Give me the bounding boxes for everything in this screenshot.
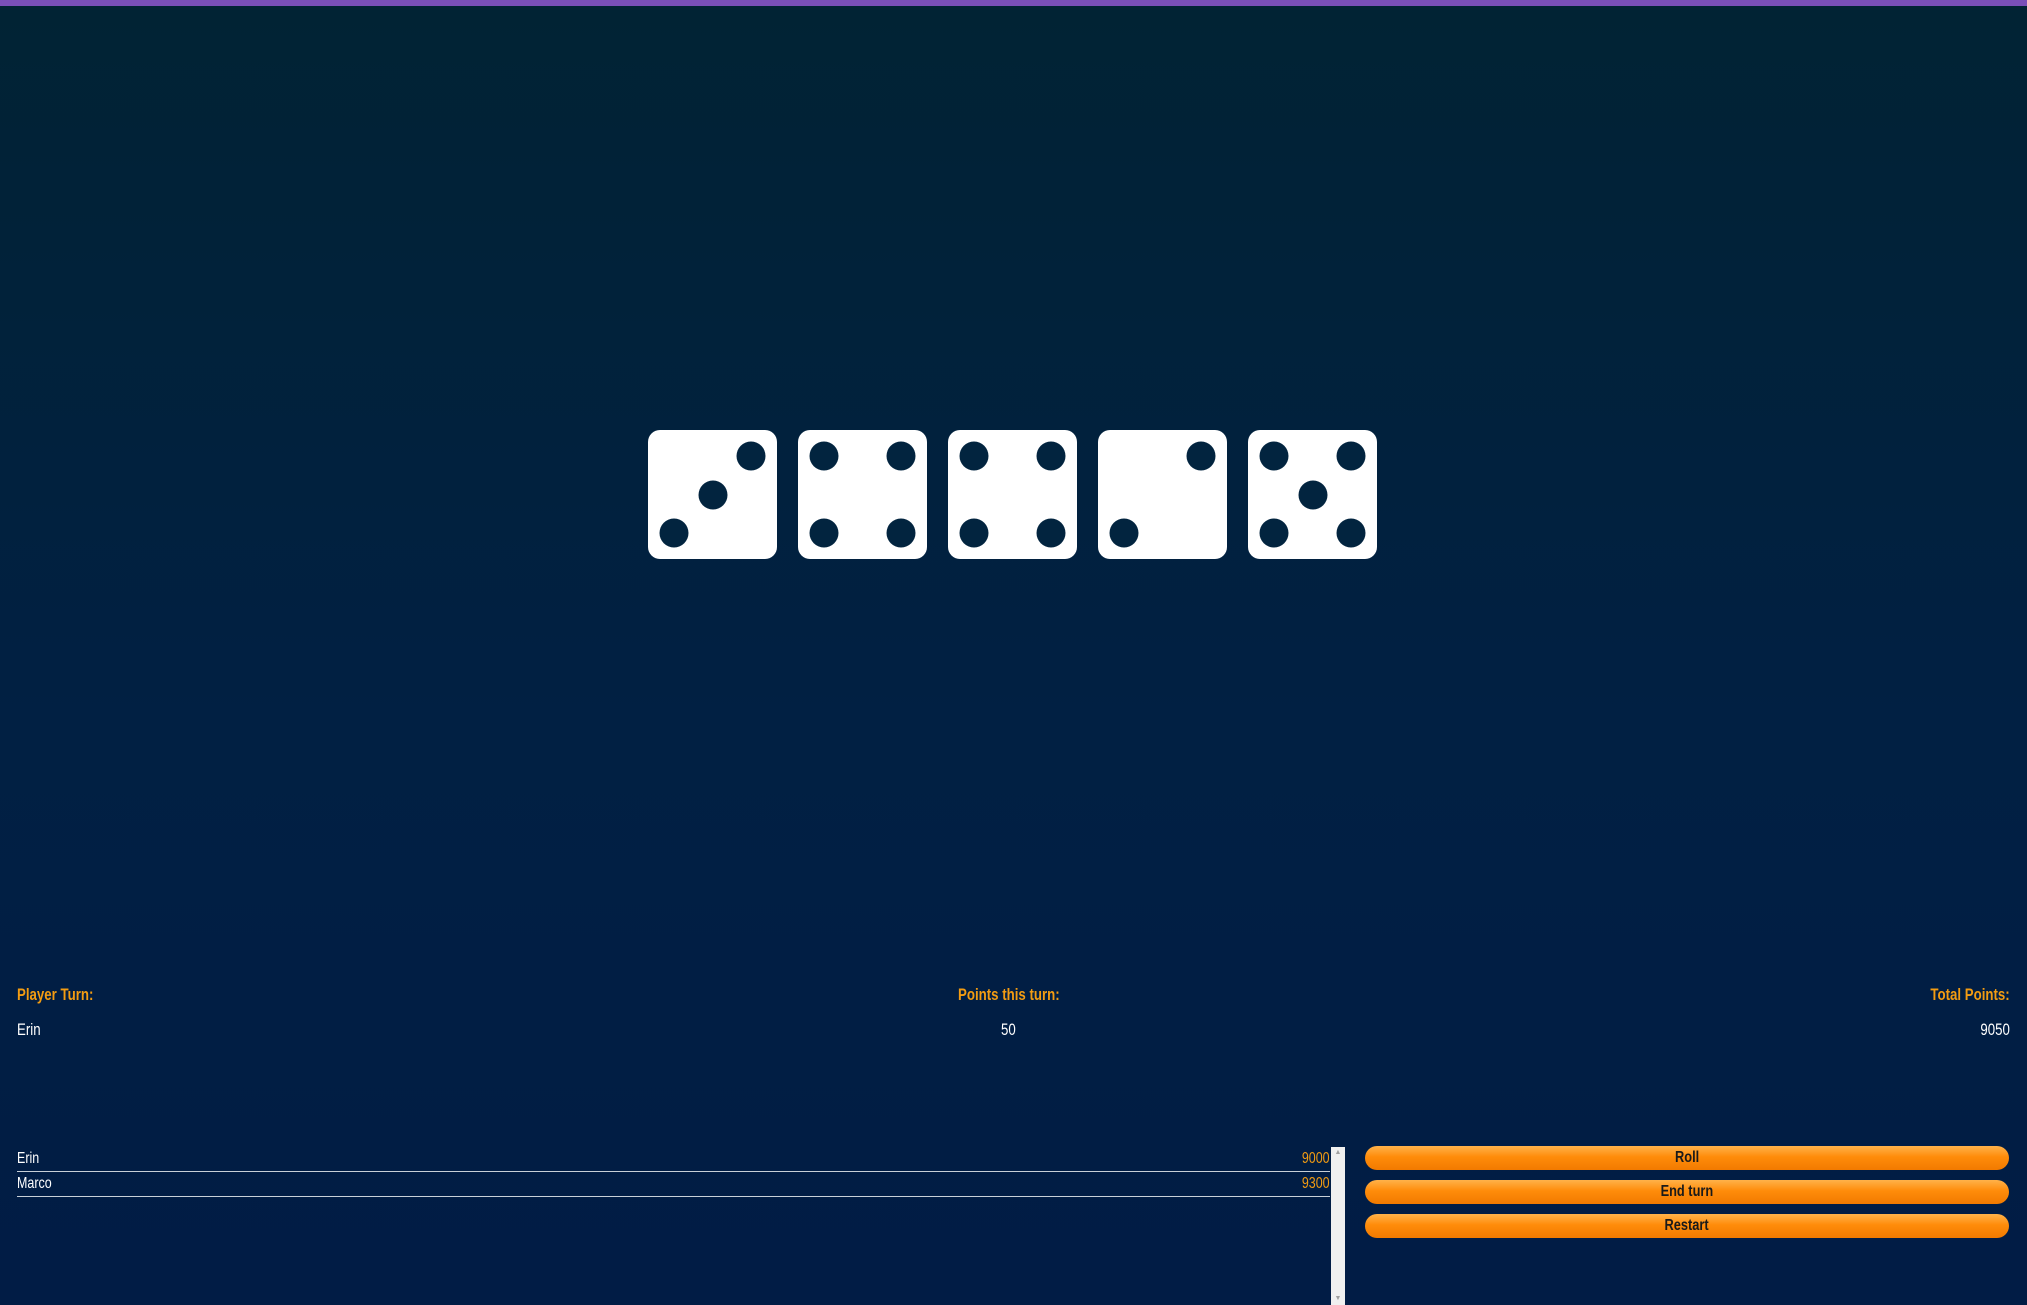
die-pip [959, 518, 989, 548]
roll-button-label: Roll [1674, 1149, 1700, 1166]
die-pip [736, 441, 766, 471]
scoreboard-list: Erin 9000 Marco 9300 [17, 1147, 1330, 1305]
player-score: 9300 [1302, 1175, 1330, 1192]
total-points-label: Total Points: [1930, 985, 2010, 1004]
die-pip [809, 518, 839, 548]
roll-button[interactable]: Roll [1365, 1146, 2009, 1170]
end-turn-button-label: End turn [1660, 1183, 1714, 1200]
die-pip [1186, 441, 1216, 471]
die-pip [1336, 518, 1366, 548]
die-pip [698, 480, 727, 509]
die-pip [1298, 480, 1327, 509]
player-turn-label: Player Turn: [17, 985, 94, 1004]
scroll-down-icon[interactable]: ▼ [1331, 1294, 1345, 1304]
scoreboard-scrollbar[interactable]: ▲ ▼ [1331, 1147, 1345, 1305]
die-pip [1036, 518, 1066, 548]
die-pip [886, 441, 916, 471]
die-pip [1336, 441, 1366, 471]
die-pip [1036, 441, 1066, 471]
player-turn-value: Erin [17, 1020, 41, 1039]
die-pip [1259, 518, 1289, 548]
dice-row [648, 430, 1377, 559]
end-turn-button[interactable]: End turn [1365, 1180, 2009, 1204]
scroll-up-icon[interactable]: ▲ [1331, 1148, 1345, 1158]
die-pip [1109, 518, 1139, 548]
die-5[interactable] [1248, 430, 1377, 559]
die-1[interactable] [648, 430, 777, 559]
die-pip [1259, 441, 1289, 471]
action-buttons: Roll End turn Restart [1365, 1146, 2009, 1248]
die-pip [659, 518, 689, 548]
total-points-value: 9050 [1980, 1020, 2010, 1039]
points-this-turn-value: 50 [1001, 1020, 1016, 1039]
die-pip [809, 441, 839, 471]
die-pip [959, 441, 989, 471]
restart-button-label: Restart [1664, 1217, 1710, 1234]
player-name: Erin [17, 1150, 40, 1167]
player-name: Marco [17, 1175, 52, 1192]
top-accent-bar [0, 0, 2027, 6]
die-pip [886, 518, 916, 548]
restart-button[interactable]: Restart [1365, 1214, 2009, 1238]
die-2[interactable] [798, 430, 927, 559]
die-4[interactable] [1098, 430, 1227, 559]
points-this-turn-label: Points this turn: [958, 985, 1060, 1004]
scoreboard-row: Erin 9000 [17, 1147, 1330, 1172]
player-score: 9000 [1302, 1150, 1330, 1167]
scoreboard-row: Marco 9300 [17, 1172, 1330, 1197]
die-3[interactable] [948, 430, 1077, 559]
